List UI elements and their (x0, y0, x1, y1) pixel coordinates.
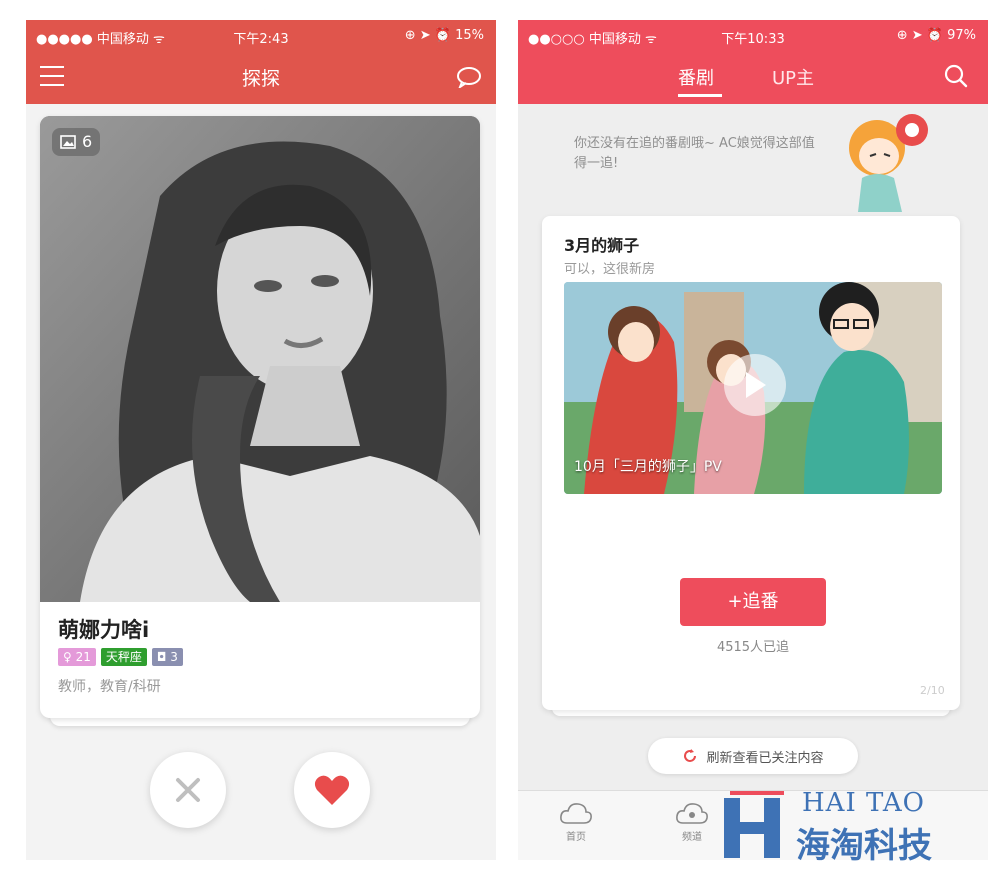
active-tab-indicator (678, 94, 722, 97)
follow-anime-button[interactable]: +追番 (680, 578, 826, 626)
profile-photo[interactable]: 6 (40, 116, 480, 603)
status-indicators: ⊕ ➤ ⏰ 15% (404, 28, 484, 43)
follow-count: 4515人已追 (716, 640, 790, 655)
anime-subtitle: 可以，这很新房 (564, 262, 656, 277)
status-bar: ●●○○○ 中国移动 ᯤ 下午10:33 ⊕ ➤ ⏰ 97% (518, 20, 988, 52)
profile-job: 教师，教育/科研 (58, 679, 161, 695)
close-x-icon (176, 778, 200, 802)
refresh-label: 刷新查看已关注内容 (706, 750, 824, 766)
haitao-logo-icon (724, 798, 780, 858)
dislike-button[interactable] (150, 752, 226, 828)
profile-name: 萌娜力啥i (58, 618, 150, 642)
tab-bangumi[interactable]: 番剧 (678, 64, 714, 90)
page-title: 探探 (241, 68, 280, 90)
tab-up-master[interactable]: UP主 (772, 64, 814, 90)
nav-label-home: 首页 (566, 832, 586, 843)
nav-item-channel[interactable]: 频道 (662, 801, 722, 843)
status-indicators: ⊕ ➤ ⏰ 97% (896, 28, 976, 43)
play-icon (746, 372, 766, 398)
chat-bubble-icon[interactable] (456, 66, 482, 90)
video-thumbnail[interactable]: 10月「三月的狮子」PV (564, 282, 942, 494)
cloud-home-icon (560, 803, 592, 824)
status-bar: ●●●●● 中国移动 ᯤ 下午2:43 ⊕ ➤ ⏰ 15% (26, 20, 496, 52)
cloud-channel-icon (676, 803, 708, 824)
page-indicator: 2/10 (920, 684, 945, 697)
heart-icon (314, 775, 350, 805)
search-icon[interactable] (944, 64, 968, 88)
acfun-screen: ●●○○○ 中国移动 ᯤ 下午10:33 ⊕ ➤ ⏰ 97% 番剧 UP主 你还… (518, 20, 988, 860)
tantan-screen: ●●●●● 中国移动 ᯤ 下午2:43 ⊕ ➤ ⏰ 15% 探探 6 萌娜力啥i… (26, 20, 496, 860)
video-caption: 10月「三月的狮子」PV (574, 459, 722, 475)
refresh-button[interactable]: 刷新查看已关注内容 (648, 738, 858, 774)
like-button[interactable] (294, 752, 370, 828)
profile-card[interactable]: 6 萌娜力啥i ♀ 21 天秤座 ◘ 3 教师，教育/科研 (40, 116, 480, 718)
mascot-image (832, 108, 942, 212)
empty-follow-tip: 你还没有在追的番剧哦~ AC娘觉得这部值得一追! (574, 136, 815, 171)
play-button[interactable] (724, 354, 786, 416)
watermark-english: HAI TAO (802, 788, 925, 818)
photo-count: 6 (82, 132, 93, 151)
nav-item-home[interactable]: 首页 (546, 801, 606, 843)
photo-count-badge: 6 (52, 128, 101, 156)
zodiac-tag: 天秤座 (100, 648, 147, 666)
anime-title: 3月的狮子 (564, 236, 640, 255)
profile-tags: ♀ 21 天秤座 ◘ 3 (58, 648, 183, 666)
image-icon (60, 135, 76, 149)
nav-label-channel: 频道 (682, 832, 702, 843)
haitao-watermark: HAI TAO 海淘科技 (724, 788, 954, 868)
photo-tag: ◘ 3 (151, 648, 183, 666)
refresh-icon (684, 749, 697, 762)
age-tag: ♀ 21 (58, 648, 96, 666)
watermark-chinese: 海淘科技 (796, 826, 932, 866)
